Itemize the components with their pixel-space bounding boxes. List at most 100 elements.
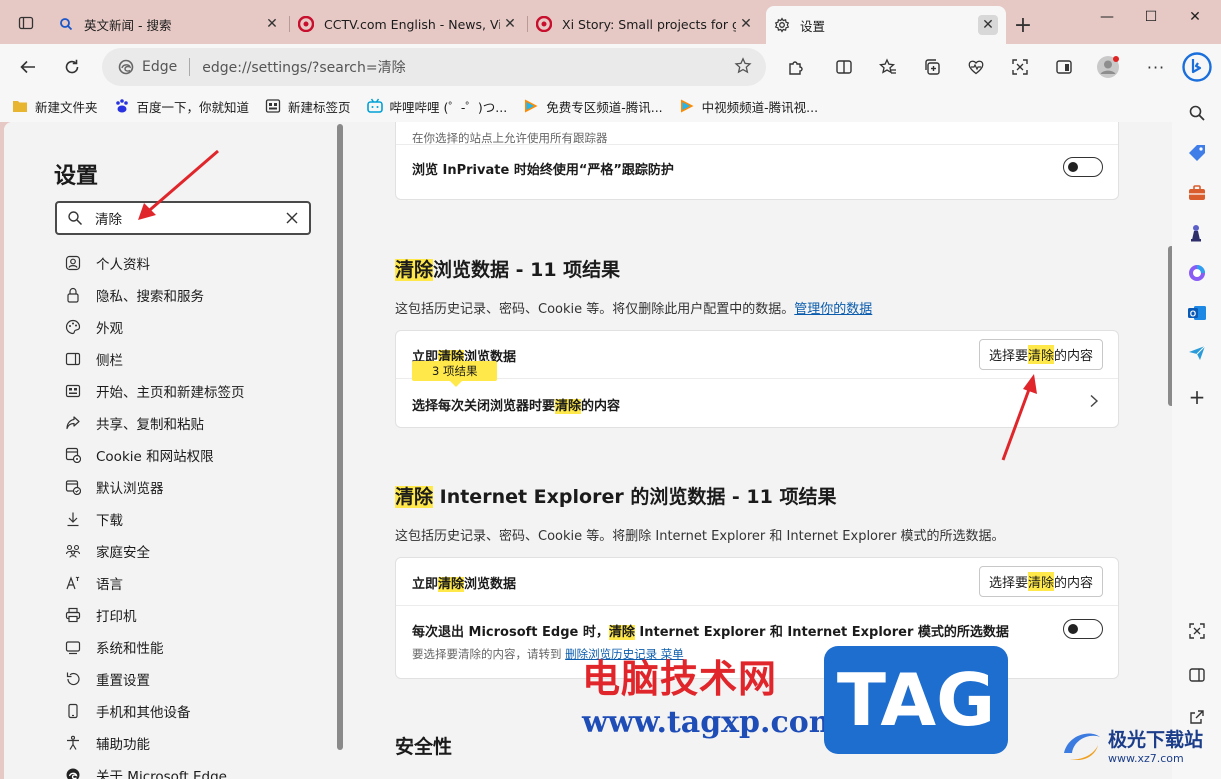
close-icon: ✕: [1189, 9, 1201, 25]
url-text: edge://settings/?search=清除: [202, 60, 406, 76]
bookmark-item[interactable]: 免费专区频道-腾讯...: [523, 97, 663, 116]
minimize-button[interactable]: —: [1092, 4, 1122, 30]
nav-item-system[interactable]: 系统和性能: [64, 631, 245, 663]
sidebar-m365-button[interactable]: [1184, 260, 1210, 286]
favorite-star-icon[interactable]: [734, 57, 752, 79]
nav-item-printers[interactable]: 打印机: [64, 599, 245, 631]
split-screen-button[interactable]: [830, 53, 858, 81]
manage-data-link[interactable]: 管理你的数据: [794, 302, 872, 317]
tab-actions-button[interactable]: [6, 8, 46, 38]
nav-item-sidebar[interactable]: 侧栏: [64, 343, 245, 375]
bookmark-item[interactable]: 中视频频道-腾讯视...: [679, 97, 818, 116]
clear-search-icon[interactable]: [283, 209, 301, 227]
sidebar-send-button[interactable]: [1184, 340, 1210, 366]
nav-item-default-browser[interactable]: 默认浏览器: [64, 471, 245, 503]
extensions-button[interactable]: [782, 53, 810, 81]
tab-xi-story[interactable]: Xi Story: Small projects for greater ✕: [528, 8, 764, 40]
phone-icon: [64, 702, 82, 720]
maximize-button[interactable]: ☐: [1136, 4, 1166, 30]
btn-text: 选择要: [988, 576, 1028, 591]
clear-now-row: 立即清除浏览数据 3 项结果 选择要 清除 的内容: [396, 331, 1118, 387]
address-bar[interactable]: Edge edge://settings/?search=清除: [102, 48, 766, 86]
content-scrollbar[interactable]: [1168, 246, 1172, 406]
nav-item-about[interactable]: 关于 Microsoft Edge: [64, 759, 245, 779]
refresh-button[interactable]: [58, 53, 86, 81]
bookmark-label: 哔哩哔哩 (゜-゜)つ...: [389, 99, 508, 115]
accessibility-icon: [64, 734, 82, 752]
sidebar-toggle-button[interactable]: [1050, 53, 1078, 81]
nav-item-accessibility[interactable]: 辅助功能: [64, 727, 245, 759]
nav-item-appearance[interactable]: 外观: [64, 311, 245, 343]
new-tab-button[interactable]: +: [1010, 12, 1036, 38]
close-icon[interactable]: ✕: [262, 14, 282, 34]
tab-cctv[interactable]: CCTV.com English - News, Videos ✕: [290, 8, 528, 40]
sidebar-layout-button[interactable]: [1184, 662, 1210, 688]
close-icon[interactable]: ✕: [736, 14, 756, 34]
nav-item-languages[interactable]: 语言: [64, 567, 245, 599]
choose-clear-button[interactable]: 选择要 清除 的内容: [978, 339, 1103, 370]
site-chip-label: Edge: [142, 59, 178, 75]
clear-on-close-row[interactable]: 选择每次关闭浏览器时要清除的内容: [396, 379, 1118, 427]
nav-scrollbar[interactable]: [337, 124, 343, 750]
web-capture-button[interactable]: [1006, 53, 1034, 81]
copilot-button[interactable]: [1180, 50, 1214, 84]
settings-search-input[interactable]: 清除: [55, 201, 311, 235]
profile-button[interactable]: [1094, 53, 1122, 81]
collections-button[interactable]: [918, 53, 946, 81]
brand-name: 极光下载站: [1108, 729, 1204, 751]
close-window-button[interactable]: ✕: [1180, 4, 1210, 30]
row-text: 的内容: [581, 399, 621, 414]
bookmark-item[interactable]: 百度一下，你就知道: [114, 97, 249, 116]
nav-label: 个人资料: [96, 257, 150, 273]
svg-text:O: O: [1190, 309, 1196, 318]
title-highlight: 清除: [395, 486, 434, 508]
watermark-tag-badge: TAG: [824, 646, 1008, 754]
palette-icon: [64, 318, 82, 336]
more-menu-button[interactable]: ···: [1142, 53, 1170, 81]
sidebar-games-button[interactable]: [1184, 220, 1210, 246]
tab-search[interactable]: 英文新闻 - 搜索 ✕: [50, 8, 290, 40]
home-icon: [64, 382, 82, 400]
nav-item-start-home[interactable]: 开始、主页和新建标签页: [64, 375, 245, 407]
site-info-chip[interactable]: Edge: [118, 59, 177, 75]
bookmark-item[interactable]: 新建文件夹: [12, 97, 98, 116]
tab-settings[interactable]: 设置 ✕: [766, 6, 1006, 44]
ie-clear-on-exit-toggle[interactable]: [1063, 619, 1103, 639]
row-highlight: 清除: [438, 577, 465, 592]
back-button[interactable]: [14, 53, 42, 81]
close-icon[interactable]: ✕: [978, 15, 998, 35]
nav-item-profile[interactable]: 个人资料: [64, 247, 245, 279]
sidebar-search-button[interactable]: [1184, 100, 1210, 126]
nav-item-phone[interactable]: 手机和其他设备: [64, 695, 245, 727]
nav-item-family[interactable]: 家庭安全: [64, 535, 245, 567]
nav-label: 系统和性能: [96, 641, 164, 657]
reset-icon: [64, 670, 82, 688]
bookmark-item[interactable]: 新建标签页: [265, 97, 351, 116]
toolbox-icon: [1189, 185, 1205, 200]
inprivate-toggle[interactable]: [1063, 157, 1103, 177]
share-icon: [64, 414, 82, 432]
nav-item-share-copy[interactable]: 共享、复制和粘贴: [64, 407, 245, 439]
nav-item-reset[interactable]: 重置设置: [64, 663, 245, 695]
sidebar-outlook-button[interactable]: O: [1184, 300, 1210, 326]
favorites-button[interactable]: [874, 53, 902, 81]
ie-clear-on-exit-label: 每次退出 Microsoft Edge 时，清除 Internet Explor…: [412, 621, 1009, 640]
security-title: 安全性: [395, 736, 453, 758]
folder-icon: [12, 98, 28, 114]
sidebar-shopping-button[interactable]: [1184, 140, 1210, 166]
bookmark-label: 新建文件夹: [35, 99, 98, 115]
nav-item-cookies[interactable]: Cookie 和网站权限: [64, 439, 245, 471]
nav-label: 开始、主页和新建标签页: [96, 385, 245, 401]
sidebar-tools-button[interactable]: [1184, 180, 1210, 206]
nav-label: 家庭安全: [96, 545, 150, 561]
nav-item-privacy[interactable]: 隐私、搜索和服务: [64, 279, 245, 311]
browser-essentials-button[interactable]: [962, 53, 990, 81]
nav-item-downloads[interactable]: 下载: [64, 503, 245, 535]
close-icon[interactable]: ✕: [500, 14, 520, 34]
ie-choose-clear-button[interactable]: 选择要 清除 的内容: [978, 566, 1103, 597]
bookmark-item[interactable]: 哔哩哔哩 (゜-゜)つ...: [366, 97, 508, 116]
sidebar-capture-button[interactable]: [1184, 618, 1210, 644]
sidebar-add-button[interactable]: +: [1184, 384, 1210, 410]
language-icon: [64, 574, 82, 592]
sidebar-icon: [64, 350, 82, 368]
